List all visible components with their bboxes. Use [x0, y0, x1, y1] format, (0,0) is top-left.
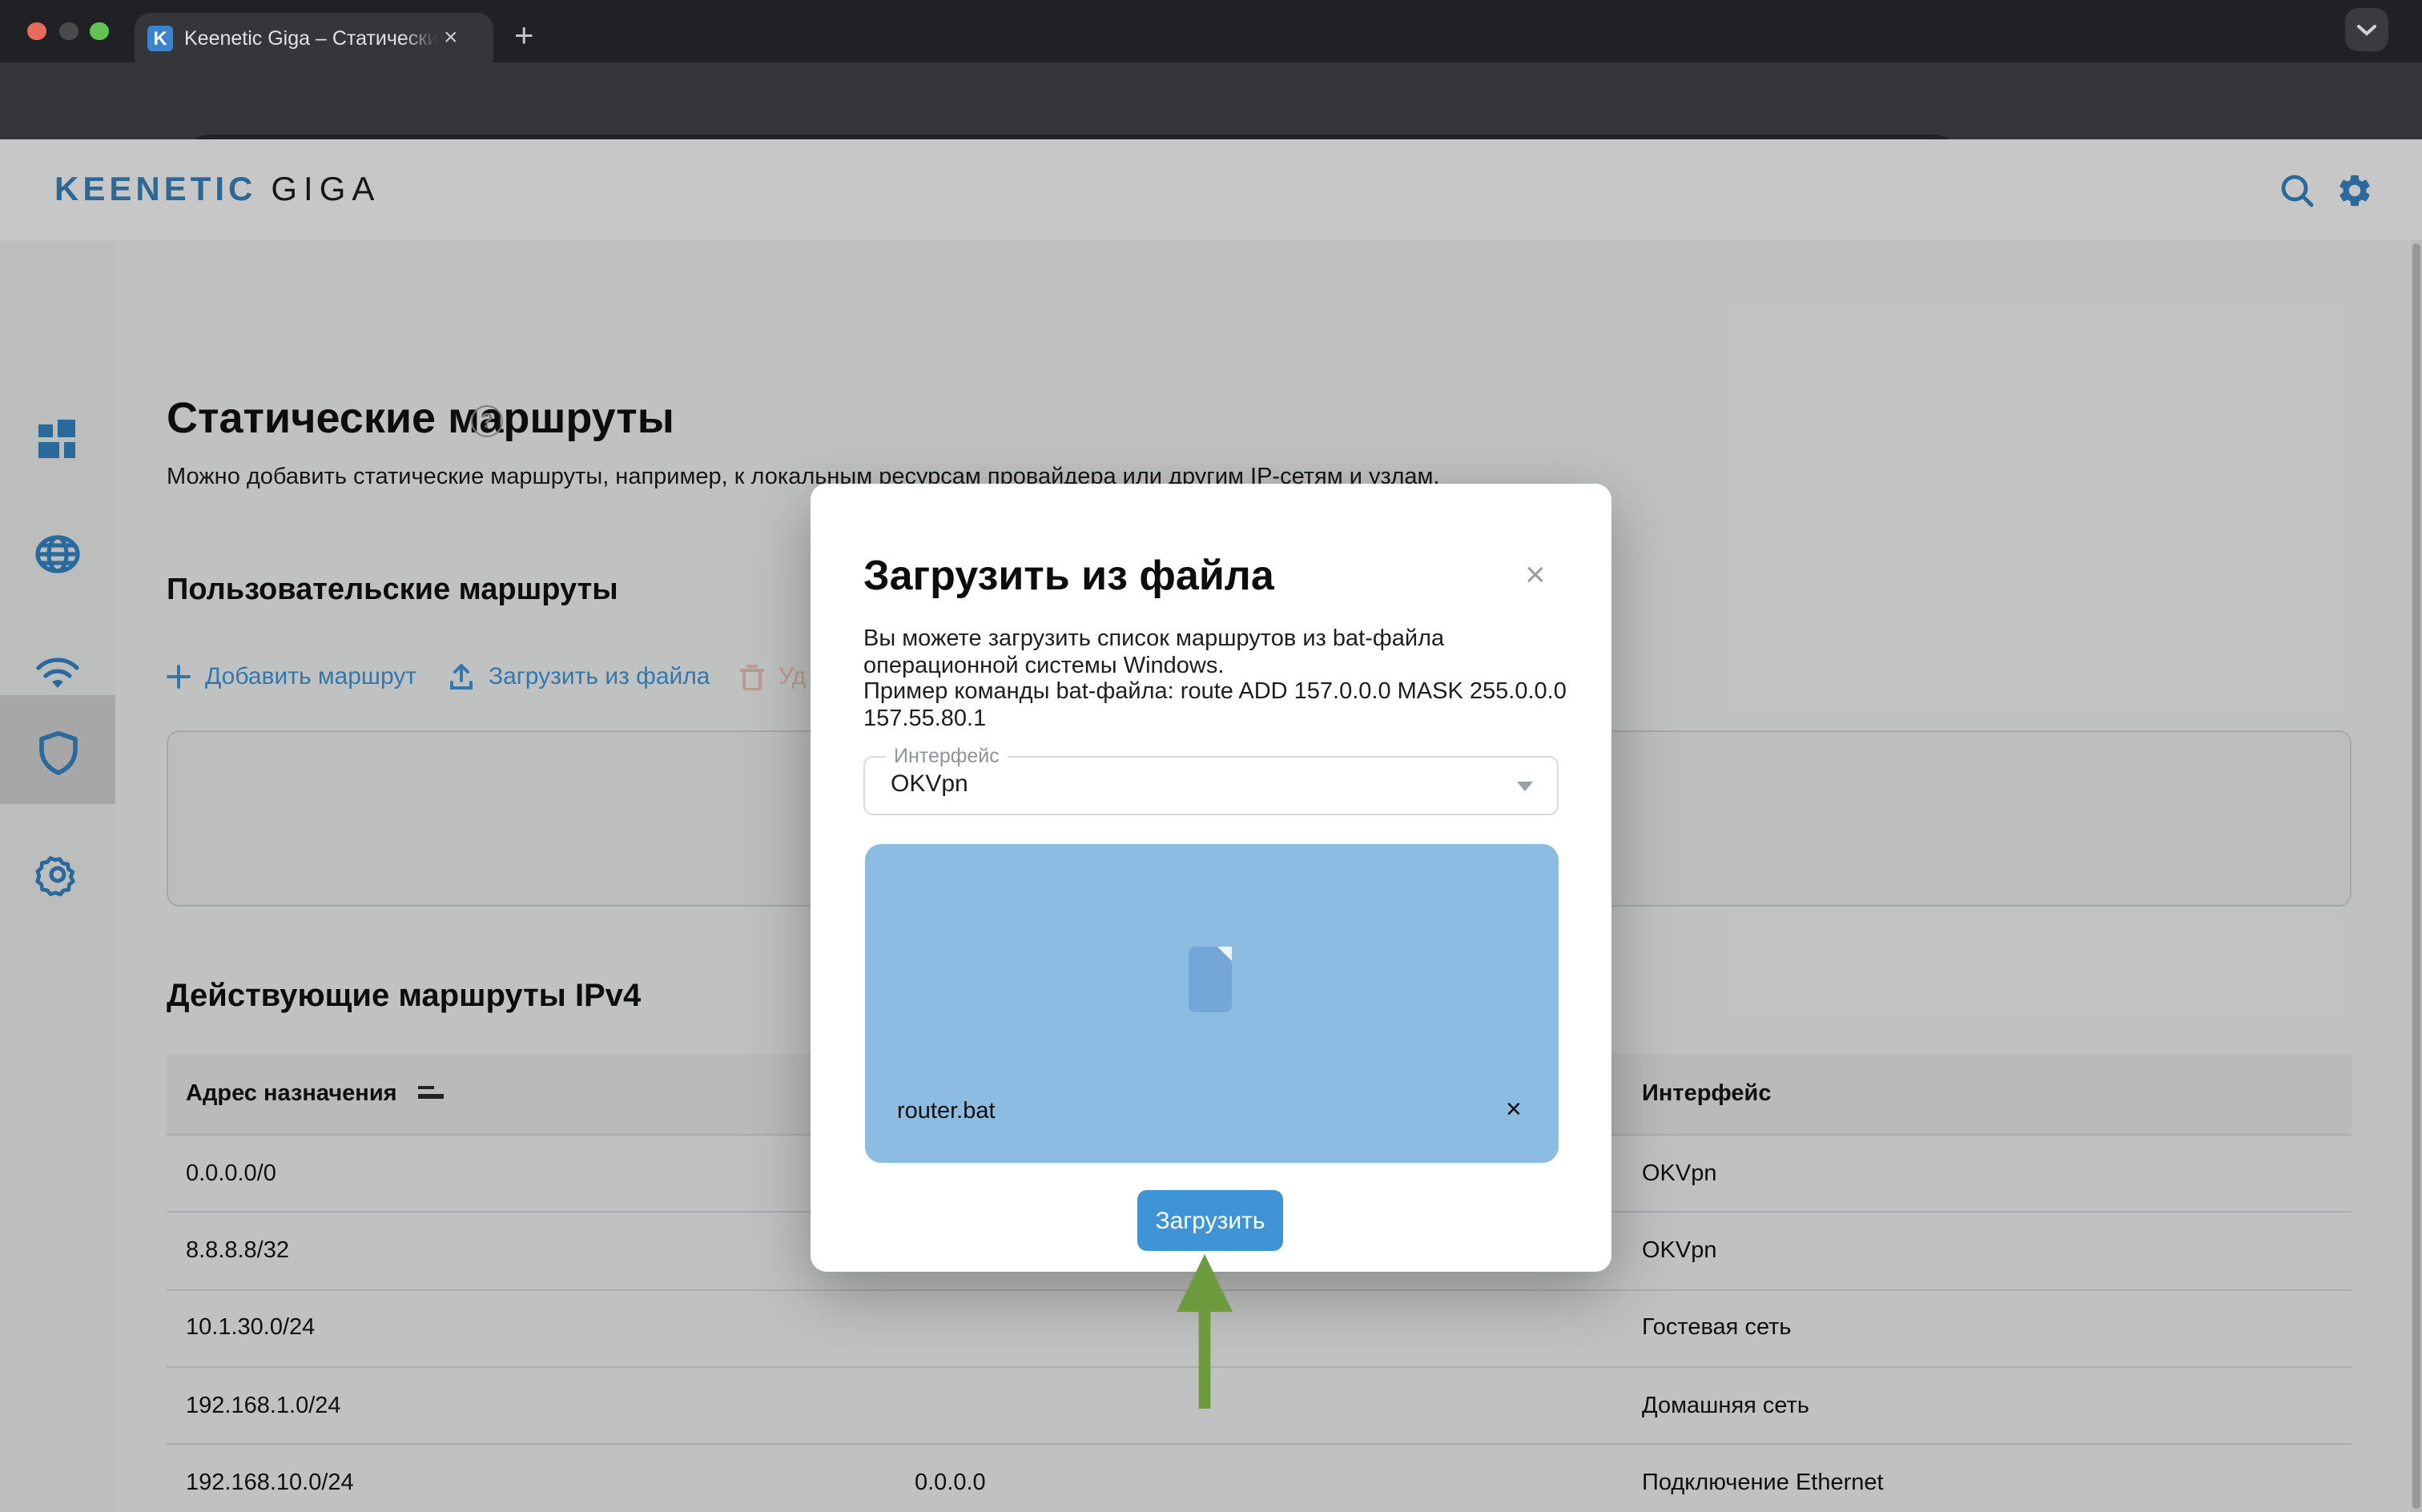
- new-tab-button[interactable]: +: [514, 14, 534, 59]
- load-from-file-dialog: Загрузить из файла × Вы можете загрузить…: [811, 484, 1611, 1272]
- dialog-title: Загрузить из файла: [863, 551, 1274, 601]
- browser-tab[interactable]: K Keenetic Giga – Статические ×: [135, 13, 493, 62]
- interface-select-label: Интерфейс: [886, 745, 1008, 767]
- tab-close-icon[interactable]: ×: [444, 26, 458, 50]
- annotation-arrow-icon: [1169, 1253, 1240, 1413]
- window-minimize-button[interactable]: [59, 22, 78, 40]
- window-chevron-icon[interactable]: [2345, 8, 2388, 51]
- file-name: router.bat: [897, 1099, 996, 1124]
- dialog-description: Вы можете загрузить список маршрутов из …: [863, 626, 1567, 733]
- tab-title: Keenetic Giga – Статические: [184, 26, 437, 49]
- window-zoom-button[interactable]: [90, 22, 108, 40]
- file-icon: [1189, 947, 1232, 1012]
- file-remove-icon[interactable]: ×: [1506, 1094, 1522, 1126]
- browser-toolbar: Not Secure 192.168.1.1/staticRoutes G: [0, 62, 2422, 139]
- file-dropzone[interactable]: router.bat ×: [865, 844, 1559, 1163]
- chevron-down-icon: [1517, 782, 1533, 791]
- upload-submit-button[interactable]: Загрузить: [1137, 1190, 1283, 1251]
- window-close-button[interactable]: [27, 22, 46, 40]
- dialog-close-icon[interactable]: ×: [1525, 557, 1546, 593]
- keenetic-favicon: K: [147, 25, 173, 50]
- interface-select[interactable]: Интерфейс OKVpn: [863, 756, 1559, 815]
- interface-select-value: OKVpn: [891, 770, 968, 798]
- browser-tab-strip: K Keenetic Giga – Статические × +: [0, 0, 2422, 62]
